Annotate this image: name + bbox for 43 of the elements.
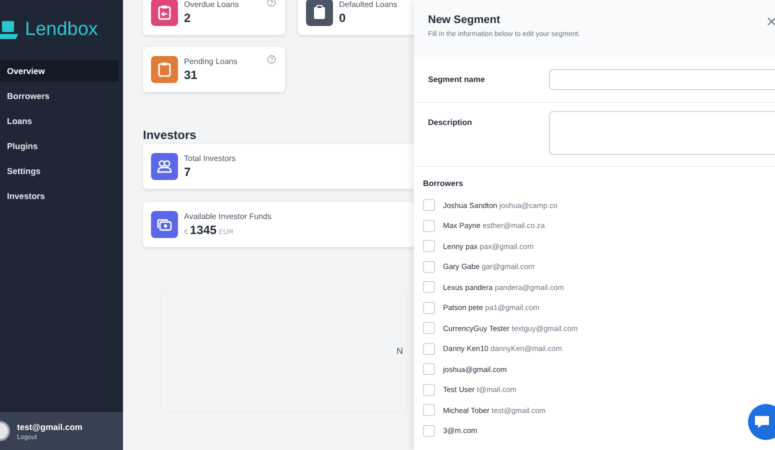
stat-value: 7	[184, 165, 192, 179]
logo-text: Lendbox	[25, 19, 98, 41]
close-icon	[767, 17, 775, 26]
stat-value: 0	[339, 11, 347, 25]
nav-item[interactable]: Borrowers	[0, 85, 119, 107]
checkbox[interactable]	[423, 322, 435, 334]
checkbox[interactable]	[423, 199, 435, 212]
user-email: test@gmail.com	[17, 422, 82, 432]
stat-label: Overdue Loans	[184, 0, 239, 9]
logo-icon	[0, 20, 20, 40]
field-label: Segment name	[428, 75, 486, 84]
checkbox[interactable]	[423, 424, 435, 437]
people-icon	[151, 153, 178, 180]
stat-label: Total Investors	[184, 154, 236, 163]
nav-item[interactable]: Overview	[0, 60, 119, 82]
panel-title: New Segment	[428, 14, 500, 26]
checkbox[interactable]	[423, 240, 435, 252]
cash-icon	[151, 211, 178, 238]
checkbox[interactable]	[423, 404, 435, 416]
stat-value: 1345	[190, 223, 217, 237]
stat-value: 2	[184, 11, 192, 25]
checkbox[interactable]	[423, 342, 435, 355]
stat-label: Available Investor Funds	[184, 212, 272, 221]
empty-text: N	[396, 346, 403, 356]
nav-item[interactable]: Loans	[0, 110, 119, 132]
field-label: Description	[428, 117, 474, 127]
checkbox[interactable]	[423, 260, 435, 273]
nav-item[interactable]: Settings	[0, 160, 119, 182]
description-field[interactable]	[549, 111, 775, 155]
stat-label: Pending Loans	[184, 57, 238, 66]
checkbox[interactable]	[423, 384, 435, 396]
checkbox[interactable]	[423, 281, 435, 294]
stat-value: 31	[184, 68, 198, 82]
clipboard-icon	[151, 56, 178, 83]
checkbox[interactable]	[423, 302, 435, 314]
checkbox[interactable]	[423, 220, 435, 232]
nav-item[interactable]: Investors	[0, 185, 119, 207]
section-title: Investors	[143, 128, 198, 142]
checkbox[interactable]	[423, 363, 435, 376]
text-field[interactable]	[549, 69, 775, 90]
stat-label: Defaulted Loans	[339, 0, 398, 9]
nav-item[interactable]: Plugins	[0, 135, 119, 157]
section-label: Borrowers	[423, 179, 464, 188]
